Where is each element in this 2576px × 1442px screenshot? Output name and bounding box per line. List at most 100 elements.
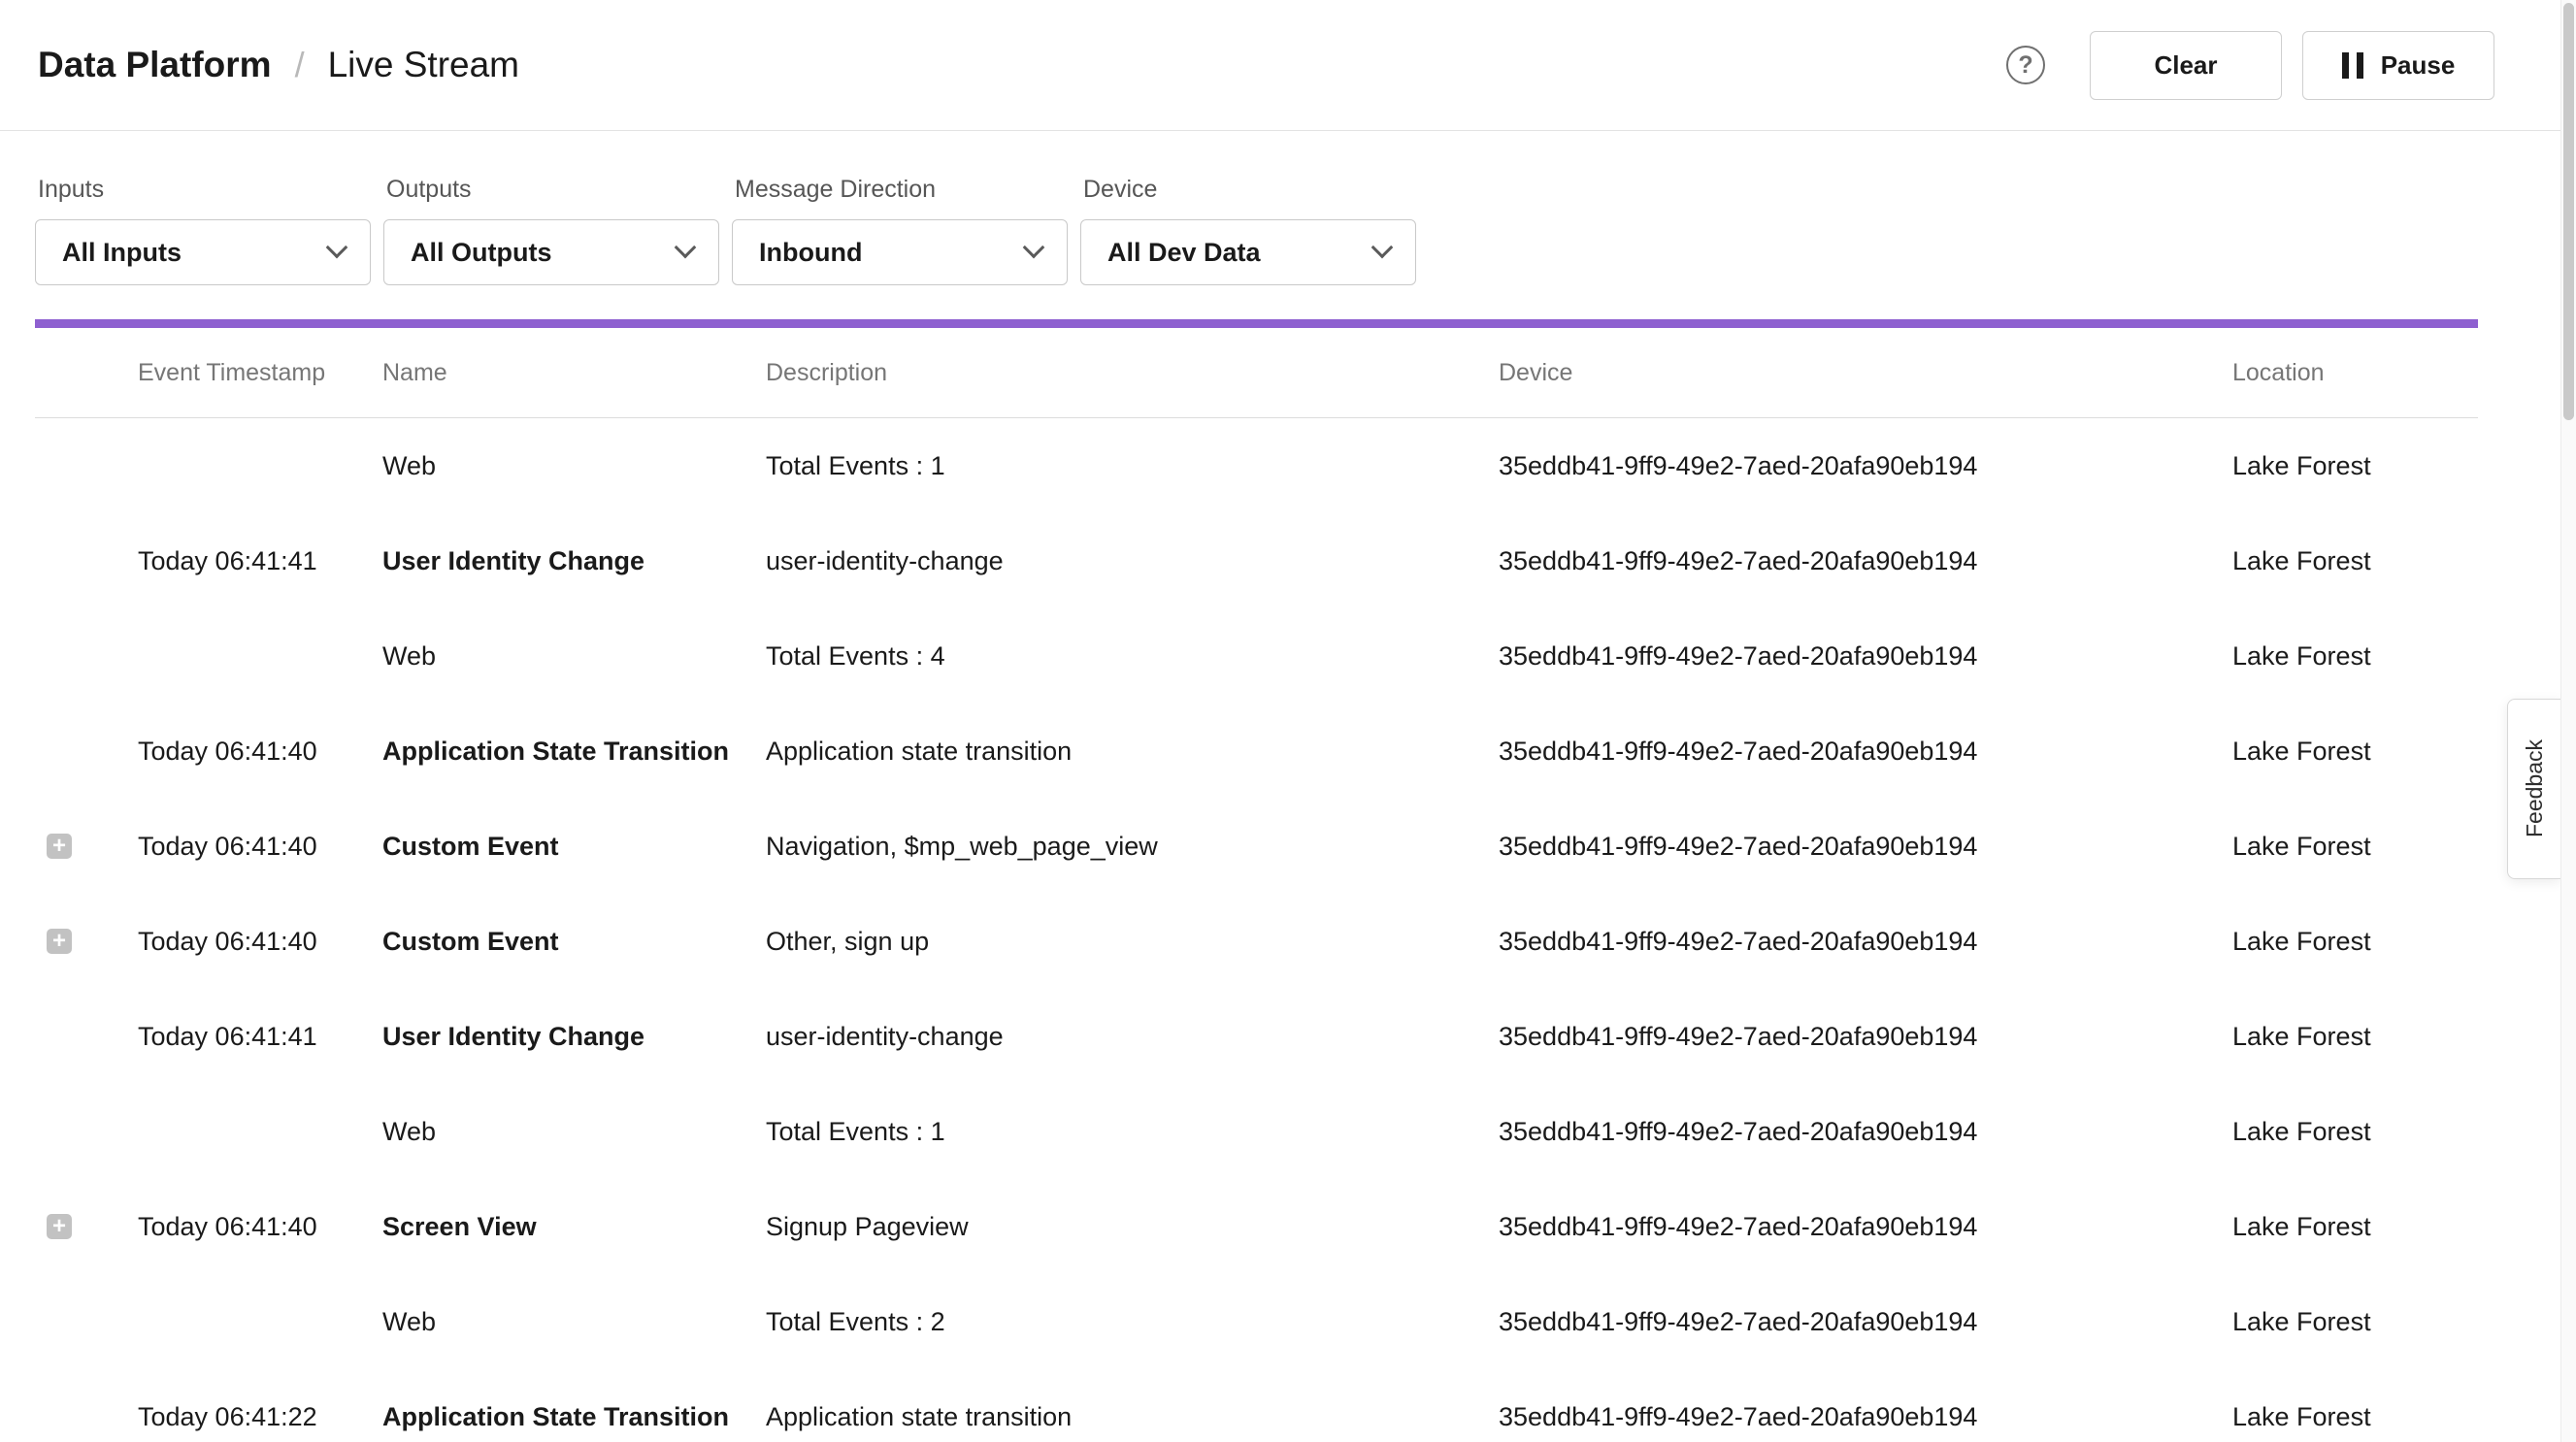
outputs-select[interactable]: All Outputs: [383, 219, 719, 285]
inputs-select-value: All Inputs: [62, 238, 182, 268]
help-icon[interactable]: ?: [2006, 46, 2045, 84]
table-row: WebTotal Events : 135eddb41-9ff9-49e2-7a…: [35, 1084, 2478, 1179]
pause-icon: [2342, 52, 2363, 79]
event-location: Lake Forest: [2232, 451, 2478, 481]
event-timestamp: Today 06:41:40: [138, 1212, 382, 1242]
device-select[interactable]: All Dev Data: [1080, 219, 1416, 285]
filter-message-direction: Message Direction Inbound: [732, 176, 1068, 285]
event-name: Web: [382, 641, 766, 672]
expand-icon[interactable]: +: [47, 929, 72, 954]
event-description: Navigation, $mp_web_page_view: [766, 832, 1499, 862]
event-name: Application State Transition: [382, 737, 766, 767]
event-timestamp: Today 06:41:40: [138, 832, 382, 862]
event-device: 35eddb41-9ff9-49e2-7aed-20afa90eb194: [1499, 451, 2232, 481]
device-label: Device: [1083, 176, 1416, 204]
event-device: 35eddb41-9ff9-49e2-7aed-20afa90eb194: [1499, 737, 2232, 767]
row-icon-cell: +: [35, 929, 138, 954]
event-name: Application State Transition: [382, 1402, 766, 1432]
table-header-row: Event Timestamp Name Description Device …: [35, 328, 2478, 418]
event-device: 35eddb41-9ff9-49e2-7aed-20afa90eb194: [1499, 927, 2232, 957]
event-location: Lake Forest: [2232, 1022, 2478, 1052]
event-name: Custom Event: [382, 832, 766, 862]
breadcrumb-data-platform[interactable]: Data Platform: [38, 45, 272, 85]
event-name: Web: [382, 1117, 766, 1147]
event-location: Lake Forest: [2232, 832, 2478, 862]
filter-outputs: Outputs All Outputs: [383, 176, 719, 285]
top-bar: Data Platform / Live Stream ? Clear Paus…: [0, 0, 2576, 131]
inputs-select[interactable]: All Inputs: [35, 219, 371, 285]
filter-inputs: Inputs All Inputs: [35, 176, 371, 285]
row-icon-cell: +: [35, 834, 138, 859]
message-direction-label: Message Direction: [735, 176, 1068, 204]
event-device: 35eddb41-9ff9-49e2-7aed-20afa90eb194: [1499, 546, 2232, 576]
breadcrumb: Data Platform / Live Stream: [38, 45, 519, 85]
event-location: Lake Forest: [2232, 546, 2478, 576]
feedback-tab-label: Feedback: [2522, 739, 2548, 837]
event-description: Application state transition: [766, 737, 1499, 767]
expand-icon[interactable]: +: [47, 834, 72, 859]
event-location: Lake Forest: [2232, 1117, 2478, 1147]
column-header-location: Location: [2232, 359, 2478, 387]
event-timestamp: Today 06:41:40: [138, 737, 382, 767]
table-row: WebTotal Events : 235eddb41-9ff9-49e2-7a…: [35, 1274, 2478, 1369]
event-device: 35eddb41-9ff9-49e2-7aed-20afa90eb194: [1499, 1212, 2232, 1242]
feedback-tab[interactable]: Feedback: [2507, 699, 2560, 879]
pause-button-label: Pause: [2381, 50, 2456, 81]
scrollbar-track[interactable]: [2560, 0, 2576, 1442]
live-stream-progress-bar: [35, 319, 2478, 328]
table-row: WebTotal Events : 435eddb41-9ff9-49e2-7a…: [35, 608, 2478, 704]
row-icon-cell: +: [35, 1214, 138, 1239]
pause-button[interactable]: Pause: [2302, 31, 2494, 100]
event-device: 35eddb41-9ff9-49e2-7aed-20afa90eb194: [1499, 1117, 2232, 1147]
event-timestamp: Today 06:41:41: [138, 546, 382, 576]
live-stream-table: Event Timestamp Name Description Device …: [35, 328, 2478, 1442]
event-location: Lake Forest: [2232, 927, 2478, 957]
event-location: Lake Forest: [2232, 737, 2478, 767]
event-location: Lake Forest: [2232, 1307, 2478, 1337]
topbar-actions: ? Clear Pause: [2006, 31, 2494, 100]
event-description: Total Events : 4: [766, 641, 1499, 672]
event-name: User Identity Change: [382, 1022, 766, 1052]
table-row: Today 06:41:22Application State Transiti…: [35, 1369, 2478, 1442]
table-row: + Today 06:41:40Custom EventNavigation, $…: [35, 799, 2478, 894]
message-direction-select-value: Inbound: [759, 238, 862, 268]
event-device: 35eddb41-9ff9-49e2-7aed-20afa90eb194: [1499, 641, 2232, 672]
chevron-down-icon: [675, 237, 697, 259]
event-location: Lake Forest: [2232, 1212, 2478, 1242]
event-location: Lake Forest: [2232, 1402, 2478, 1432]
event-device: 35eddb41-9ff9-49e2-7aed-20afa90eb194: [1499, 1022, 2232, 1052]
table-row: WebTotal Events : 135eddb41-9ff9-49e2-7a…: [35, 418, 2478, 513]
column-header-device: Device: [1499, 359, 2232, 387]
event-timestamp: Today 06:41:40: [138, 927, 382, 957]
breadcrumb-live-stream: Live Stream: [328, 45, 519, 85]
event-description: Total Events : 2: [766, 1307, 1499, 1337]
event-description: Other, sign up: [766, 927, 1499, 957]
clear-button[interactable]: Clear: [2090, 31, 2282, 100]
breadcrumb-separator: /: [295, 45, 305, 85]
event-description: Signup Pageview: [766, 1212, 1499, 1242]
outputs-select-value: All Outputs: [411, 238, 551, 268]
chevron-down-icon: [326, 237, 348, 259]
event-timestamp: Today 06:41:41: [138, 1022, 382, 1052]
message-direction-select[interactable]: Inbound: [732, 219, 1068, 285]
scrollbar-thumb[interactable]: [2563, 3, 2574, 420]
inputs-label: Inputs: [38, 176, 371, 204]
event-name: Web: [382, 1307, 766, 1337]
event-device: 35eddb41-9ff9-49e2-7aed-20afa90eb194: [1499, 832, 2232, 862]
expand-icon[interactable]: +: [47, 1214, 72, 1239]
event-name: Custom Event: [382, 927, 766, 957]
outputs-label: Outputs: [386, 176, 719, 204]
table-row: Today 06:41:40Application State Transiti…: [35, 704, 2478, 799]
column-header-event-timestamp: Event Timestamp: [138, 359, 382, 387]
event-description: Total Events : 1: [766, 451, 1499, 481]
chevron-down-icon: [1023, 237, 1045, 259]
column-header-description: Description: [766, 359, 1499, 387]
event-description: Application state transition: [766, 1402, 1499, 1432]
event-location: Lake Forest: [2232, 641, 2478, 672]
event-description: user-identity-change: [766, 546, 1499, 576]
column-header-name: Name: [382, 359, 766, 387]
table-row: Today 06:41:41User Identity Changeuser-i…: [35, 513, 2478, 608]
event-device: 35eddb41-9ff9-49e2-7aed-20afa90eb194: [1499, 1402, 2232, 1432]
filters-bar: Inputs All Inputs Outputs All Outputs Me…: [35, 176, 2478, 285]
event-device: 35eddb41-9ff9-49e2-7aed-20afa90eb194: [1499, 1307, 2232, 1337]
